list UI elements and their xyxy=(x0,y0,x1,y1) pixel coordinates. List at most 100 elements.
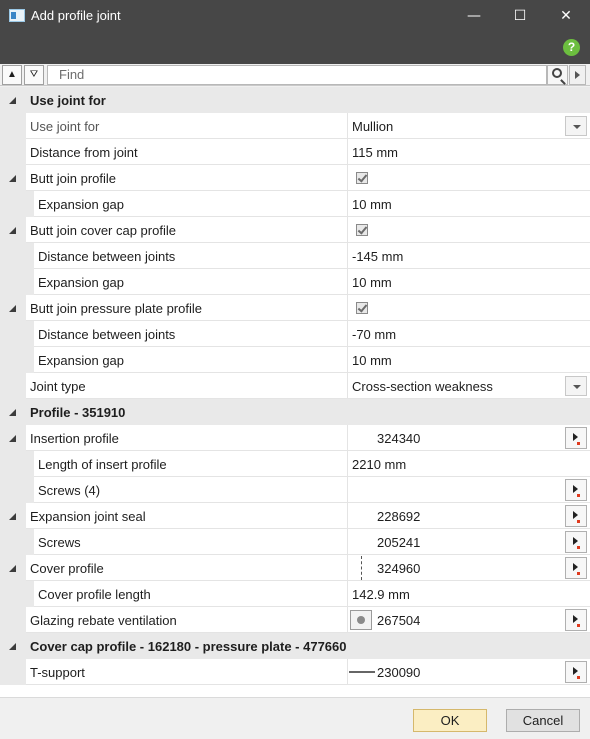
pick-article-button[interactable] xyxy=(565,661,587,683)
property-value-cell[interactable] xyxy=(347,217,590,243)
property-row[interactable]: Expansion gap 10 mm xyxy=(0,269,590,295)
cancel-button[interactable]: Cancel xyxy=(506,709,580,732)
property-name-cell: Expansion gap xyxy=(34,191,347,217)
property-label: Glazing rebate ventilation xyxy=(30,613,177,628)
property-row[interactable]: Expansion joint seal 228692 xyxy=(0,503,590,529)
property-value-cell[interactable] xyxy=(347,295,590,321)
property-row[interactable]: Expansion gap 10 mm xyxy=(0,191,590,217)
expand-collapse-icon[interactable] xyxy=(9,513,16,520)
property-value-cell[interactable]: 267504 xyxy=(347,607,590,633)
property-label: Joint type xyxy=(30,379,86,394)
expand-collapse-icon[interactable] xyxy=(9,175,16,182)
maximize-button[interactable]: ☐ xyxy=(497,0,543,32)
property-label: Screws (4) xyxy=(38,483,101,498)
property-value-cell[interactable]: 10 mm xyxy=(347,347,590,373)
property-row[interactable]: Expansion gap 10 mm xyxy=(0,347,590,373)
property-value-cell[interactable] xyxy=(347,477,590,503)
property-row[interactable]: Distance between joints -70 mm xyxy=(0,321,590,347)
expand-collapse-icon[interactable] xyxy=(9,227,16,234)
property-value-cell[interactable]: 115 mm xyxy=(347,139,590,165)
property-value-cell[interactable]: 324340 xyxy=(347,425,590,451)
expand-collapse-icon[interactable] xyxy=(9,565,16,572)
section-title: Cover cap profile - 162180 - pressure pl… xyxy=(30,639,347,654)
expand-collapse-icon[interactable] xyxy=(9,435,16,442)
section-header[interactable]: Cover cap profile - 162180 - pressure pl… xyxy=(0,633,590,659)
filter-icon[interactable]: ⛛ xyxy=(24,65,44,85)
property-row[interactable]: Cover profile 324960 xyxy=(0,555,590,581)
property-value-cell[interactable]: 205241 xyxy=(347,529,590,555)
property-row[interactable]: Length of insert profile 2210 mm xyxy=(0,451,590,477)
pick-article-button[interactable] xyxy=(565,505,587,527)
profile-thumbnail-icon xyxy=(350,610,372,630)
property-name-cell: Glazing rebate ventilation xyxy=(26,607,347,633)
search-input[interactable]: Find xyxy=(47,65,547,85)
property-row[interactable]: Joint type Cross-section weakness xyxy=(0,373,590,399)
section-header[interactable]: Profile - 351910 xyxy=(0,399,590,425)
property-value-cell[interactable]: 324960 xyxy=(347,555,590,581)
search-button[interactable] xyxy=(547,65,568,85)
property-value: 142.9 mm xyxy=(352,587,410,602)
property-row[interactable]: Distance from joint 115 mm xyxy=(0,139,590,165)
pick-article-button[interactable] xyxy=(565,609,587,631)
expand-collapse-icon[interactable] xyxy=(9,305,16,312)
ok-button[interactable]: OK xyxy=(413,709,487,732)
dropdown-button[interactable] xyxy=(565,376,587,396)
grid-toolbar: ▲ ⛛ Find xyxy=(0,64,590,86)
pick-article-button[interactable] xyxy=(565,427,587,449)
property-value-cell[interactable]: -70 mm xyxy=(347,321,590,347)
property-value: 324960 xyxy=(377,561,421,576)
property-name-cell: Use joint for xyxy=(26,113,347,139)
close-button[interactable]: ✕ xyxy=(543,0,589,32)
property-row[interactable]: Distance between joints -145 mm xyxy=(0,243,590,269)
minimize-button[interactable]: — xyxy=(451,0,497,32)
row-gutter xyxy=(0,139,26,165)
property-row[interactable]: Cover profile length 142.9 mm xyxy=(0,581,590,607)
pick-article-button[interactable] xyxy=(565,531,587,553)
row-gutter xyxy=(0,243,34,269)
property-value-cell[interactable]: Mullion xyxy=(347,113,590,139)
property-row[interactable]: Butt join pressure plate profile xyxy=(0,295,590,321)
section-header[interactable]: Use joint for xyxy=(0,87,590,113)
property-value-cell[interactable]: 2210 mm xyxy=(347,451,590,477)
app-icon xyxy=(9,9,25,22)
search-next-button[interactable] xyxy=(569,65,586,85)
property-value-cell[interactable]: 10 mm xyxy=(347,269,590,295)
collapse-all-button[interactable]: ▲ xyxy=(2,65,22,85)
property-row[interactable]: Butt join profile xyxy=(0,165,590,191)
section-title: Profile - 351910 xyxy=(30,405,126,420)
expand-collapse-icon[interactable] xyxy=(9,643,16,650)
property-value-cell[interactable]: 228692 xyxy=(347,503,590,529)
property-row[interactable]: Insertion profile 324340 xyxy=(0,425,590,451)
property-label: T-support xyxy=(30,665,85,680)
property-row[interactable]: Butt join cover cap profile xyxy=(0,217,590,243)
expand-collapse-icon[interactable] xyxy=(9,409,16,416)
property-row[interactable]: Screws 205241 xyxy=(0,529,590,555)
dropdown-button[interactable] xyxy=(565,116,587,136)
profile-thumbnail-icon xyxy=(349,671,375,673)
checkbox[interactable] xyxy=(356,172,368,184)
property-label: Butt join cover cap profile xyxy=(30,223,176,238)
property-value-cell[interactable]: -145 mm xyxy=(347,243,590,269)
expand-collapse-icon[interactable] xyxy=(9,97,16,104)
property-value-cell[interactable]: 10 mm xyxy=(347,191,590,217)
pick-article-button[interactable] xyxy=(565,557,587,579)
property-name-cell: Distance between joints xyxy=(34,321,347,347)
property-row[interactable]: Glazing rebate ventilation 267504 xyxy=(0,607,590,633)
property-label: Use joint for xyxy=(30,119,100,134)
pick-article-button[interactable] xyxy=(565,479,587,501)
property-row[interactable]: Use joint for Mullion xyxy=(0,113,590,139)
property-name-cell: Screws (4) xyxy=(34,477,347,503)
checkbox[interactable] xyxy=(356,224,368,236)
property-row[interactable]: Screws (4) xyxy=(0,477,590,503)
property-value-cell[interactable] xyxy=(347,165,590,191)
property-value-cell[interactable]: 142.9 mm xyxy=(347,581,590,607)
property-row[interactable]: T-support 230090 xyxy=(0,659,590,685)
property-value: 10 mm xyxy=(352,275,392,290)
property-label: Expansion gap xyxy=(38,275,125,290)
help-icon[interactable]: ? xyxy=(563,39,580,56)
window-title: Add profile joint xyxy=(31,8,121,23)
property-grid: Use joint for Use joint for Mullion Distanc… xyxy=(0,87,590,697)
checkbox[interactable] xyxy=(356,302,368,314)
property-value-cell[interactable]: Cross-section weakness xyxy=(347,373,590,399)
property-value-cell[interactable]: 230090 xyxy=(347,659,590,685)
